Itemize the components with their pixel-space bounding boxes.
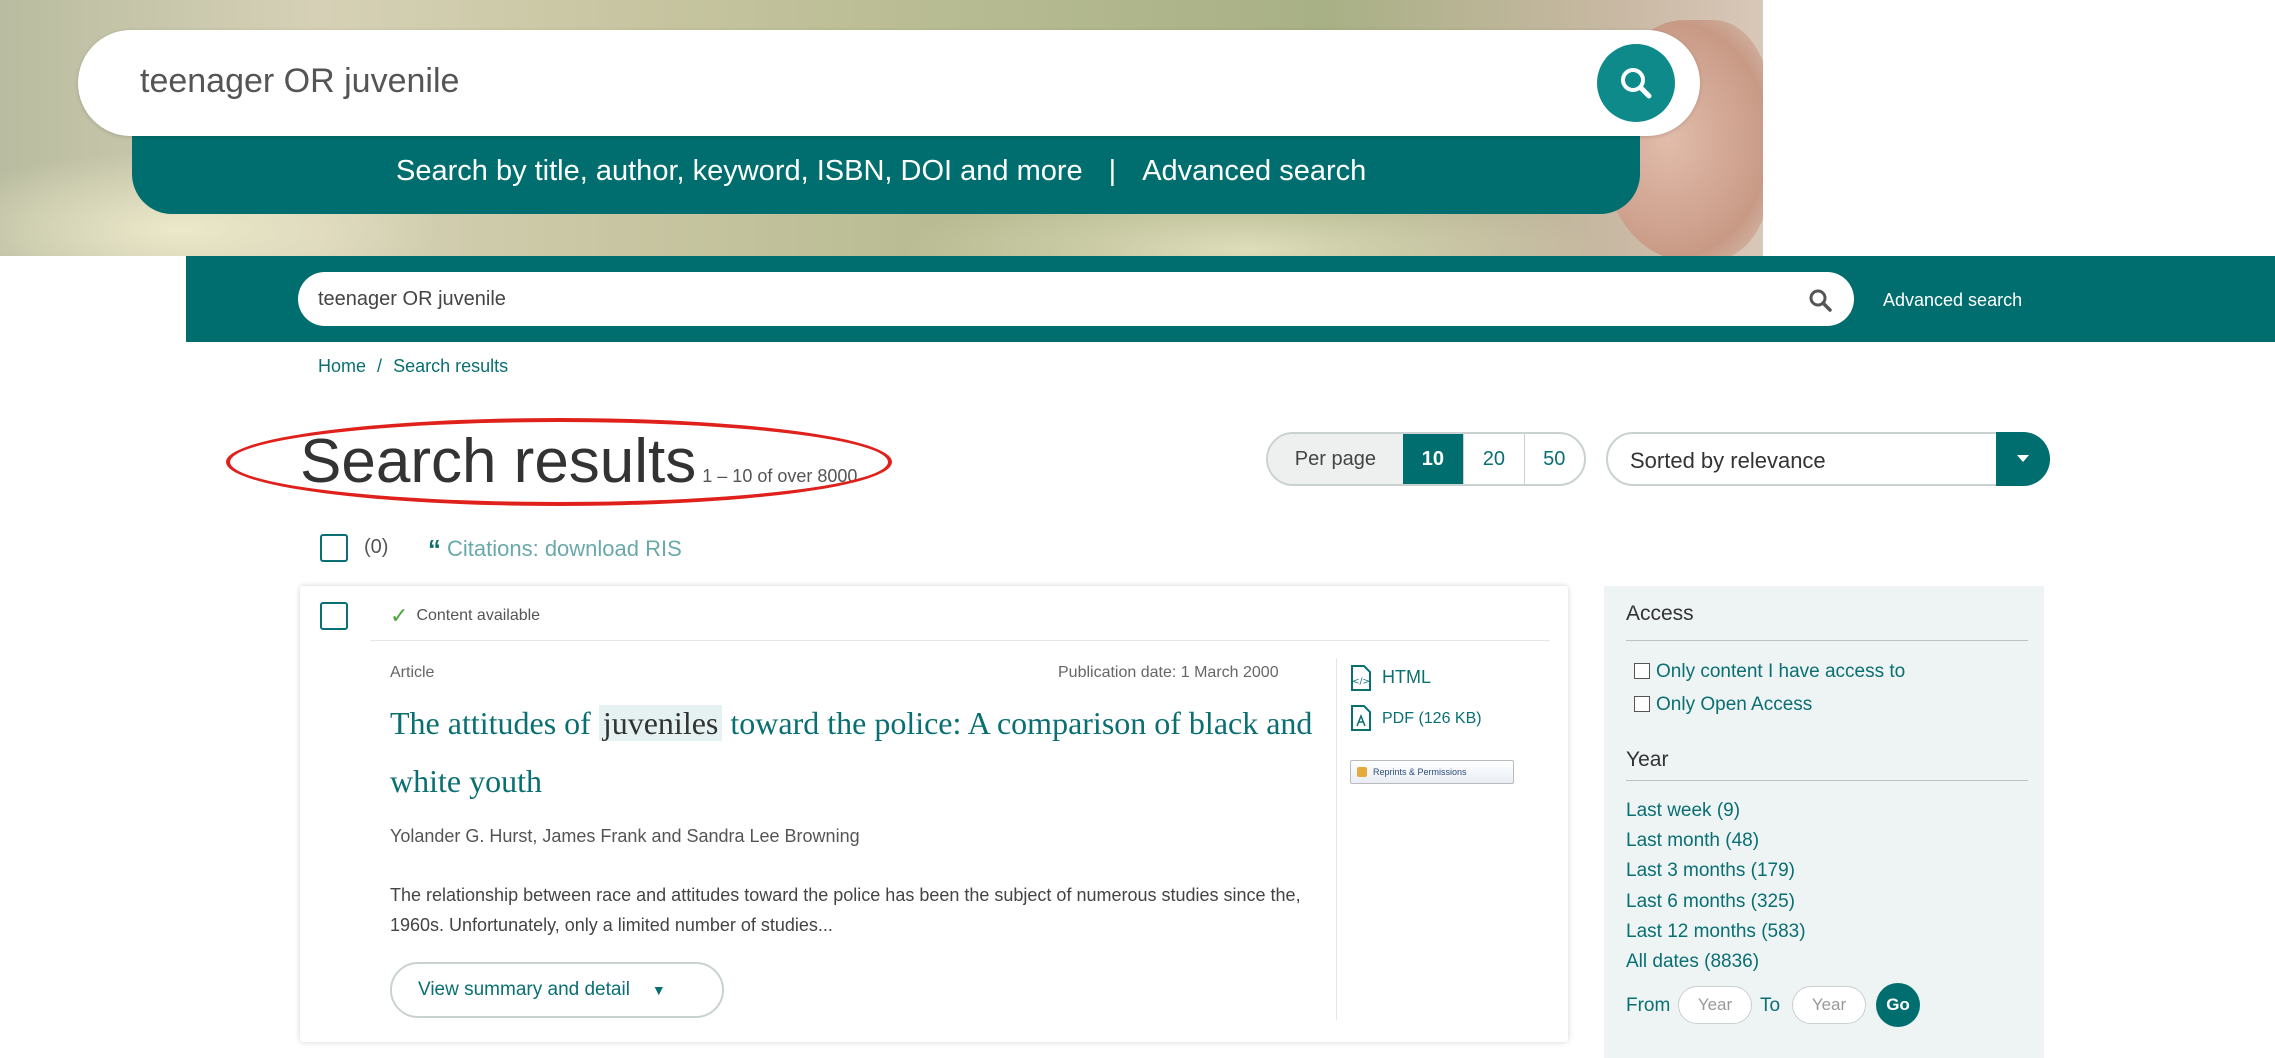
header-search-value[interactable]: teenager OR juvenile xyxy=(318,288,506,311)
per-page-selector: Per page 10 20 50 xyxy=(1266,432,1586,486)
card-vertical-divider xyxy=(1336,658,1337,1020)
result-checkbox[interactable] xyxy=(320,602,348,630)
hero-search-hint: Search by title, author, keyword, ISBN, … xyxy=(396,155,1366,188)
checkbox-icon xyxy=(1634,696,1650,712)
year-filter-last-3-months[interactable]: Last 3 months (179) xyxy=(1626,860,1795,882)
sort-selected-value: Sorted by relevance xyxy=(1630,448,1826,473)
year-from-label: From xyxy=(1626,995,1671,1016)
filter-access-open[interactable]: Only Open Access xyxy=(1634,694,1812,716)
year-filter-last-6-months[interactable]: Last 6 months (325) xyxy=(1626,891,1795,913)
selected-count: (0) xyxy=(364,536,389,558)
year-to-input[interactable]: Year xyxy=(1792,986,1866,1024)
breadcrumb: Home / Search results xyxy=(318,356,508,377)
reprints-label: Reprints & Permissions xyxy=(1373,767,1467,777)
pdf-format-link[interactable]: PDF (126 KB) xyxy=(1382,710,1482,728)
year-filter-last-month[interactable]: Last month (48) xyxy=(1626,830,1759,852)
per-page-option-50[interactable]: 50 xyxy=(1523,434,1584,484)
hero-search-value[interactable]: teenager OR juvenile xyxy=(140,62,459,101)
article-abstract: The relationship between race and attitu… xyxy=(390,885,1301,935)
citations-download-link[interactable]: “Citations: download RIS xyxy=(428,534,682,565)
article-title-link[interactable]: The attitudes of juveniles toward the po… xyxy=(390,694,1320,810)
breadcrumb-separator: / xyxy=(377,356,383,376)
filter-access-mine[interactable]: Only content I have access to xyxy=(1634,661,1905,683)
checkbox-icon xyxy=(1634,663,1650,679)
hero-search-button[interactable] xyxy=(1597,44,1675,122)
citations-label: Citations: download RIS xyxy=(447,536,682,561)
year-filter-last-week[interactable]: Last week (9) xyxy=(1626,800,1740,822)
year-filter-heading: Year xyxy=(1626,748,1669,771)
search-term-highlight: juveniles xyxy=(598,705,723,741)
breadcrumb-current: Search results xyxy=(393,356,509,376)
pdf-file-icon[interactable] xyxy=(1350,704,1372,732)
year-filter-all-dates[interactable]: All dates (8836) xyxy=(1626,951,1759,973)
header-advanced-search-link[interactable]: Advanced search xyxy=(1883,290,2022,311)
per-page-option-10[interactable]: 10 xyxy=(1402,434,1464,484)
content-available-status: ✓ Content available xyxy=(390,603,540,629)
sort-select[interactable]: Sorted by relevance xyxy=(1606,432,2050,486)
access-filter-heading: Access xyxy=(1626,602,1694,625)
breadcrumb-home[interactable]: Home xyxy=(318,356,366,376)
caret-down-icon: ▼ xyxy=(651,982,666,998)
year-filter-last-12-months[interactable]: Last 12 months (583) xyxy=(1626,921,1806,943)
year-from-input[interactable]: Year xyxy=(1678,986,1752,1024)
hero-advanced-search-link[interactable]: Advanced search xyxy=(1142,155,1366,187)
year-go-button[interactable]: Go xyxy=(1876,983,1920,1027)
filter-option-label: Only content I have access to xyxy=(1656,661,1906,682)
html-file-icon[interactable]: </> xyxy=(1350,664,1372,692)
svg-text:</>: </> xyxy=(1352,677,1370,687)
search-icon xyxy=(1621,68,1652,99)
hero-separator: | xyxy=(1108,155,1117,187)
article-title-part: The attitudes of xyxy=(390,705,599,741)
sort-dropdown-button[interactable] xyxy=(1996,432,2050,486)
filter-option-label: Only Open Access xyxy=(1656,694,1813,715)
year-to-label: To xyxy=(1760,995,1781,1016)
annotation-circle xyxy=(226,418,892,506)
view-summary-label: View summary and detail xyxy=(418,979,630,1000)
content-available-label: Content available xyxy=(416,607,541,624)
publication-date: Publication date: 1 March 2000 xyxy=(1058,664,1279,681)
hero-banner: teenager OR juvenile Search by title, au… xyxy=(0,0,1763,256)
search-icon[interactable] xyxy=(1807,287,1833,313)
header-search-input[interactable] xyxy=(298,272,1854,326)
view-summary-button[interactable]: View summary and detail ▼ xyxy=(390,962,724,1018)
article-authors: Yolander G. Hurst, James Frank and Sandr… xyxy=(390,826,860,846)
reprints-icon xyxy=(1357,767,1367,777)
hero-search-hint-text: Search by title, author, keyword, ISBN, … xyxy=(396,155,1083,187)
check-icon: ✓ xyxy=(390,603,409,628)
filter-divider xyxy=(1626,780,2028,781)
card-divider xyxy=(370,640,1550,641)
select-all-checkbox[interactable] xyxy=(320,534,348,562)
html-format-link[interactable]: HTML xyxy=(1382,667,1431,688)
per-page-option-20[interactable]: 20 xyxy=(1463,434,1523,484)
filter-divider xyxy=(1626,640,2028,641)
caret-down-icon xyxy=(2017,455,2029,462)
quote-icon: “ xyxy=(428,534,441,564)
per-page-label: Per page xyxy=(1268,434,1403,484)
reprints-permissions-button[interactable]: Reprints & Permissions xyxy=(1350,760,1514,784)
article-type: Article xyxy=(390,664,435,681)
